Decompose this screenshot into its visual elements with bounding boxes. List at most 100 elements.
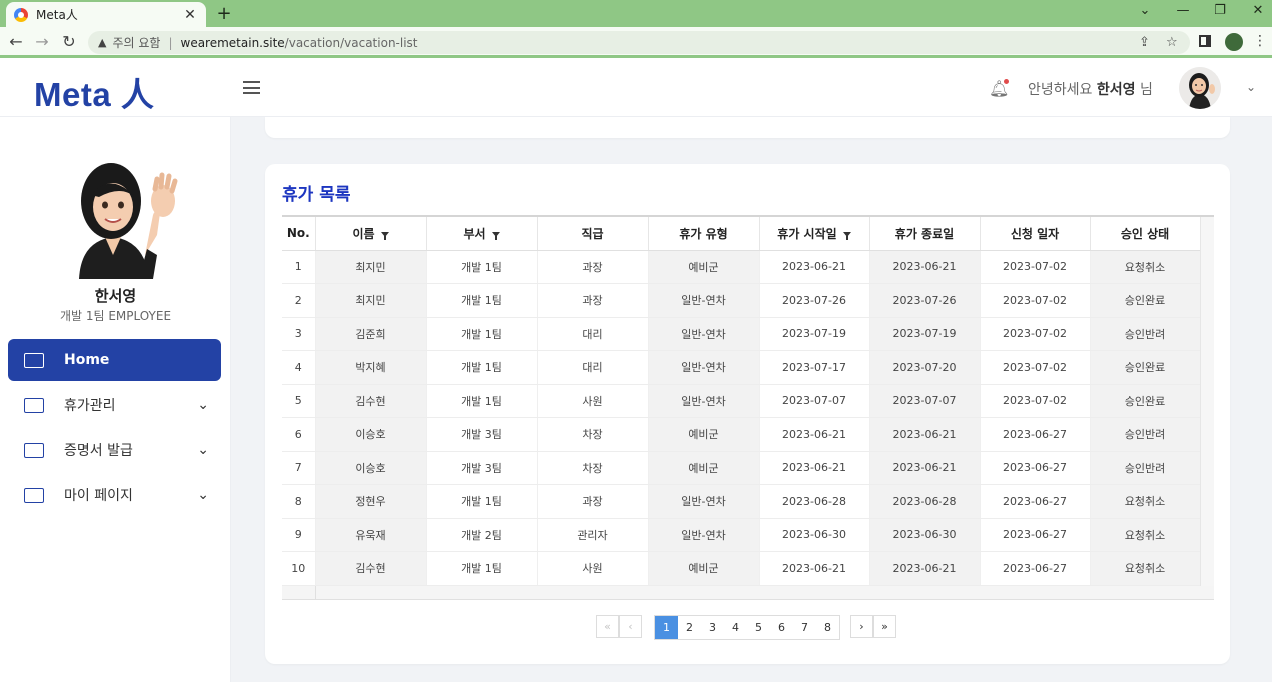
sidebar-item-certificate[interactable]: 증명서 발급 ⌄ [8,429,221,471]
browser-tab[interactable]: Meta人 ✕ [6,2,206,27]
sidebar-item-label: 휴가관리 [64,398,116,414]
browser-profile-icon[interactable] [1225,33,1243,51]
table-cell: 요청취소 [1090,551,1201,586]
table-cell: 2023-06-30 [759,518,870,552]
side-panel-icon[interactable] [1199,35,1211,47]
table-cell: 요청취소 [1090,250,1201,284]
page-button-7[interactable]: 7 [793,616,816,639]
table-row[interactable]: 4 박지혜 개발 1팀 대리 일반-연차 2023-07-17 2023-07-… [282,350,1201,385]
sidebar-item-mypage[interactable]: 마이 페이지 ⌄ [8,474,221,516]
page-button-5[interactable]: 5 [747,616,770,639]
column-header-label: 부서 [463,226,486,241]
page-button-3[interactable]: 3 [701,616,724,639]
first-page-button[interactable]: « [596,615,619,638]
horizontal-scrollbar[interactable] [282,585,1214,600]
table-cell: 2023-06-27 [980,551,1091,586]
column-header-name[interactable]: 이름 [315,217,427,251]
omnibox-divider: | [168,35,173,50]
table-row[interactable]: 9 유욱재 개발 2팀 관리자 일반-연차 2023-06-30 2023-06… [282,518,1201,552]
table-cell: 승인반려 [1090,417,1201,452]
table-cell: 개발 1팀 [426,551,538,586]
table-row[interactable]: 8 정현우 개발 1팀 과장 일반-연차 2023-06-28 2023-06-… [282,484,1201,519]
url-input[interactable]: ▲ 주의 요함 | wearemetain.site /vacation/vac… [88,31,1190,54]
column-header-type[interactable]: 휴가 유형 [648,217,760,251]
column-header-status[interactable]: 승인 상태 [1090,217,1201,251]
avatar[interactable] [1179,67,1221,109]
table-cell: 2023-06-28 [759,484,870,519]
table-cell: 예비군 [648,451,760,485]
column-header-start-date[interactable]: 휴가 시작일 [759,217,870,251]
back-arrow-icon[interactable]: ← [6,32,26,51]
page-button-8[interactable]: 8 [816,616,839,639]
app-header: Meta 人 🔔︎ 안녕하세요 한서영 님 ⌄ [0,58,1272,117]
table-cell: 승인반려 [1090,451,1201,485]
maximize-icon[interactable]: ❐ [1210,3,1230,18]
minimize-icon[interactable]: — [1173,3,1193,18]
prev-page-button[interactable]: ‹ [619,615,642,638]
table-cell: 일반-연차 [648,484,760,519]
url-path: /vacation/vacation-list [284,35,418,50]
table-row[interactable]: 5 김수현 개발 1팀 사원 일반-연차 2023-07-07 2023-07-… [282,384,1201,418]
column-header-label: 승인 상태 [1120,226,1170,241]
page-button-6[interactable]: 6 [770,616,793,639]
table-cell: 9 [282,518,316,552]
url-host: wearemetain.site [180,35,285,50]
window-close-icon[interactable]: ✕ [1248,3,1268,18]
page-button-1[interactable]: 1 [655,616,678,639]
page-button-2[interactable]: 2 [678,616,701,639]
table-row[interactable]: 1 최지민 개발 1팀 과장 예비군 2023-06-21 2023-06-21… [282,250,1201,284]
table-row[interactable]: 6 이승호 개발 3팀 차장 예비군 2023-06-21 2023-06-21… [282,417,1201,452]
table-row[interactable]: 2 최지민 개발 1팀 과장 일반-연차 2023-07-26 2023-07-… [282,283,1201,318]
column-header-label: 휴가 유형 [679,226,728,241]
browser-menu-icon[interactable]: ⋮ [1253,33,1267,49]
scrollbar[interactable] [1200,217,1214,586]
next-page-button[interactable]: › [850,615,873,638]
tab-title: Meta人 [36,8,78,22]
page-button-4[interactable]: 4 [724,616,747,639]
table-cell: 2023-06-27 [980,518,1091,552]
table-row[interactable]: 7 이승호 개발 3팀 차장 예비군 2023-06-21 2023-06-21… [282,451,1201,485]
column-header-no[interactable]: No. [282,217,316,251]
top-card [265,117,1230,138]
table-cell: 관리자 [537,518,649,552]
table-cell: 2023-07-26 [869,283,981,318]
chevron-down-icon: ⌄ [197,442,209,458]
new-tab-icon[interactable]: + [214,3,234,24]
table-cell: 일반-연차 [648,350,760,385]
sidebar-item-home[interactable]: Home [8,339,221,381]
filter-icon[interactable] [491,231,500,240]
tab-search-chevron-icon[interactable]: ⌄ [1135,3,1155,18]
hamburger-menu-icon[interactable] [243,81,260,94]
pagination-first-group: « ‹ [596,615,642,638]
close-icon[interactable]: ✕ [182,7,198,23]
table-cell: 개발 1팀 [426,317,538,351]
reload-icon[interactable]: ↻ [59,32,79,51]
filter-icon[interactable] [842,231,851,240]
tablet-icon [24,397,44,413]
column-header-request-date[interactable]: 신청 일자 [980,217,1091,251]
table-cell: 박지혜 [315,350,427,385]
table-cell: 유욱재 [315,518,427,552]
profile-image [61,159,181,279]
security-warning-label: 주의 요함 [112,36,161,50]
column-header-end-date[interactable]: 휴가 종료일 [869,217,981,251]
filter-icon[interactable] [380,231,389,240]
table-cell: 사원 [537,551,649,586]
table-cell: 과장 [537,484,649,519]
column-header-department[interactable]: 부서 [426,217,538,251]
last-page-button[interactable]: » [873,615,896,638]
column-header-position[interactable]: 직급 [537,217,649,251]
column-header-label: 이름 [352,226,375,241]
forward-arrow-icon[interactable]: → [32,32,52,51]
share-icon[interactable]: ⇪ [1139,35,1150,50]
column-header-label: 휴가 종료일 [894,226,955,241]
logo[interactable]: Meta 人 [34,68,154,116]
bookmark-star-icon[interactable]: ☆ [1166,35,1178,50]
chevron-down-icon[interactable]: ⌄ [1246,80,1256,94]
table-cell: 2023-07-02 [980,283,1091,318]
table-row[interactable]: 10 김수현 개발 1팀 사원 예비군 2023-06-21 2023-06-2… [282,551,1201,586]
vacation-list-card: 휴가 목록 No. 이름 부서 직급 휴가 유형 휴가 시작일 휴가 종료일 신… [265,164,1230,664]
column-header-label: 신청 일자 [1010,226,1060,241]
sidebar-item-vacation[interactable]: 휴가관리 ⌄ [8,384,221,426]
table-row[interactable]: 3 김준희 개발 1팀 대리 일반-연차 2023-07-19 2023-07-… [282,317,1201,351]
